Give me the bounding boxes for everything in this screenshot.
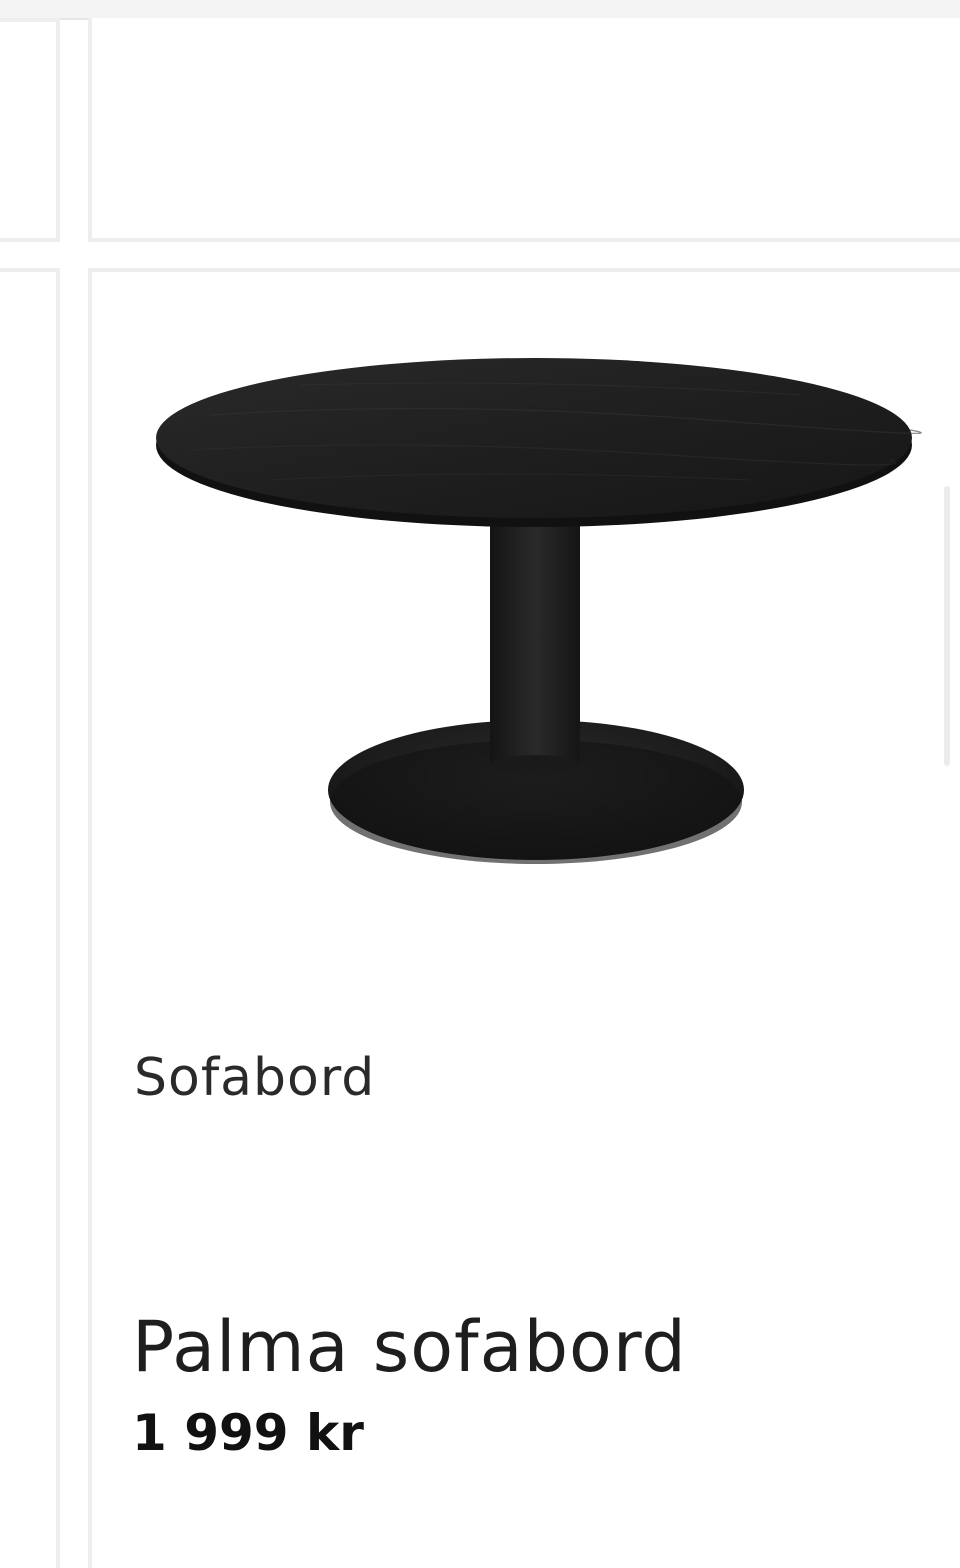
product-image[interactable] — [150, 340, 930, 880]
product-category: Sofabord — [134, 1048, 376, 1108]
previous-product-card[interactable] — [88, 18, 960, 242]
product-price: 1 999 kr — [132, 1404, 364, 1462]
adjacent-product-card-top[interactable] — [0, 18, 60, 242]
adjacent-product-card[interactable] — [0, 268, 60, 1568]
table-top — [156, 358, 912, 518]
product-list-page: Sofabord Palma sofabord 1 999 kr — [0, 0, 960, 1568]
top-bar — [0, 0, 960, 20]
table-stem — [490, 520, 580, 765]
scroll-indicator[interactable] — [944, 486, 950, 766]
product-name[interactable]: Palma sofabord — [132, 1306, 687, 1388]
